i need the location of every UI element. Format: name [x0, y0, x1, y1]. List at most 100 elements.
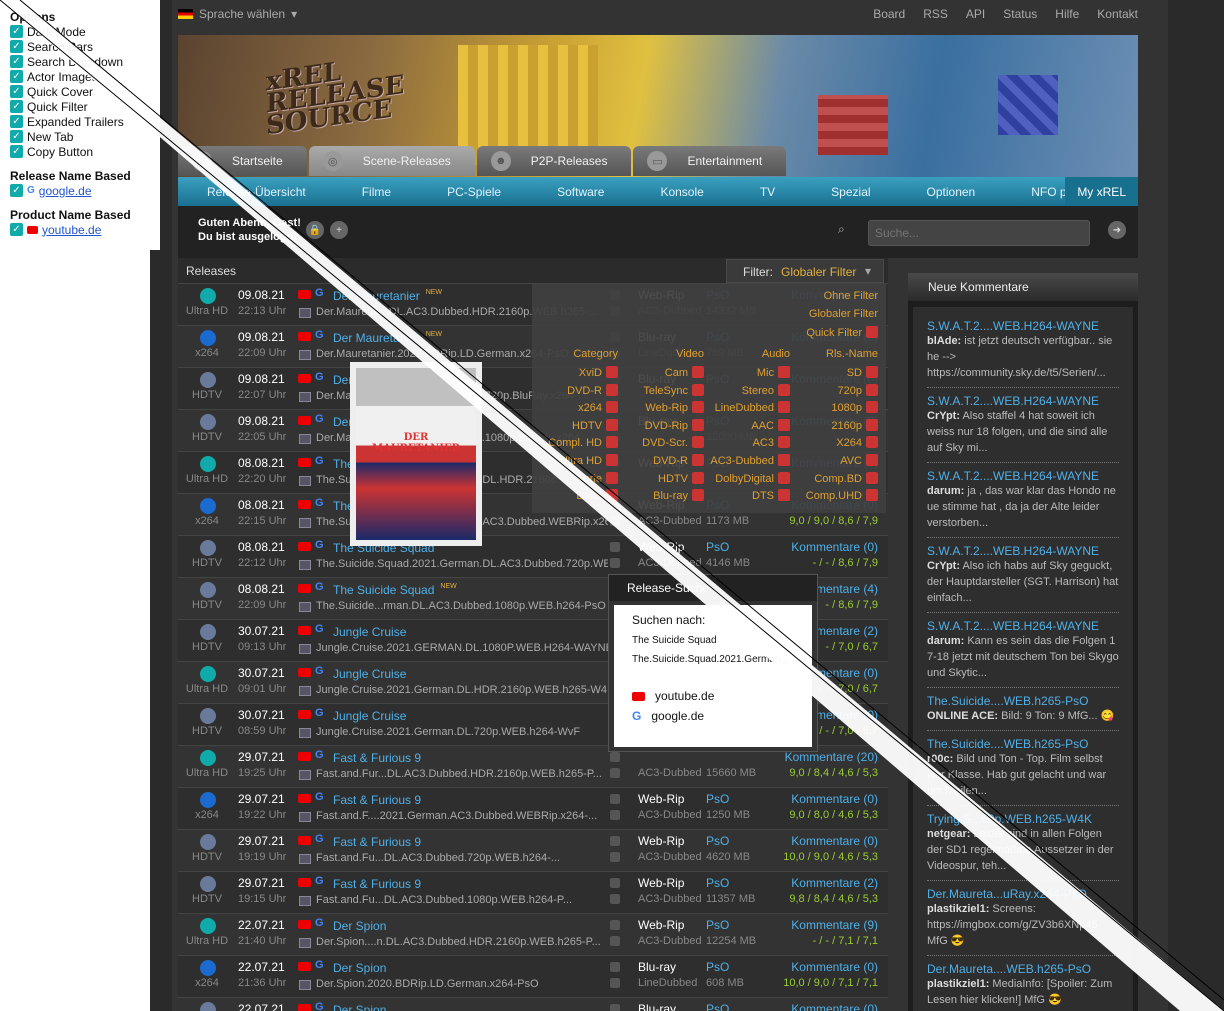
- product-link[interactable]: Fast & Furious 9: [333, 751, 427, 765]
- nfo-icon[interactable]: [610, 936, 620, 946]
- option-item[interactable]: ✓ New Tab: [10, 129, 150, 144]
- nfo-icon[interactable]: [610, 768, 620, 778]
- nfo-icon[interactable]: [610, 810, 620, 820]
- search-release-name[interactable]: The.Suicide.Squad.2021.German...: [632, 654, 794, 665]
- google-icon[interactable]: G: [315, 707, 324, 719]
- comments-link[interactable]: Kommentare (20): [785, 750, 878, 764]
- comment-user[interactable]: plastikziel1:: [927, 903, 989, 915]
- comment-user[interactable]: darum:: [927, 635, 964, 647]
- filter-checkbox[interactable]: Stereo: [742, 383, 790, 397]
- filter-checkbox[interactable]: Ultra HD: [560, 454, 618, 467]
- comment-user[interactable]: plastikziel1:: [927, 978, 989, 990]
- group-link[interactable]: PsO: [706, 918, 729, 932]
- link-status[interactable]: Status: [1003, 7, 1037, 21]
- link-kontakt[interactable]: Kontakt: [1097, 7, 1138, 21]
- comments-link[interactable]: Kommentare (0): [791, 792, 878, 806]
- my-xrel-button[interactable]: My xREL: [1065, 177, 1138, 206]
- filter-checkbox[interactable]: Comp.UHD: [806, 489, 878, 502]
- release-name[interactable]: Jungle.Cruise.2021.German.DL.720p.WEB.h2…: [316, 726, 608, 738]
- product-link[interactable]: Der Spion: [333, 919, 392, 933]
- comment-release-link[interactable]: S.W.A.T.2....WEB.H264-WAYNE: [927, 544, 1119, 558]
- search-youtube-link[interactable]: youtube.de: [632, 689, 794, 703]
- youtube-icon[interactable]: [298, 752, 311, 761]
- filter-checkbox[interactable]: TeleSync: [643, 383, 704, 397]
- option-item[interactable]: ✓ Dark Mode: [10, 24, 150, 39]
- search-product-name[interactable]: The Suicide Squad: [632, 635, 794, 646]
- release-name[interactable]: Fast.and.Fu...DL.AC3.Dubbed.1080p.WEB.h2…: [316, 894, 608, 906]
- comment-release-link[interactable]: S.W.A.T.2....WEB.H264-WAYNE: [927, 469, 1119, 483]
- comment-release-link[interactable]: S.W.A.T.2....WEB.H264-WAYNE: [927, 319, 1119, 333]
- release-name[interactable]: Der.Spion.2020.BDRip.LD.German.x264-PsO: [316, 978, 608, 990]
- filter-checkbox[interactable]: DVD-R: [653, 454, 704, 467]
- group-link[interactable]: PsO: [706, 876, 729, 890]
- filter-checkbox[interactable]: DVD-R: [567, 383, 618, 397]
- comment-release-link[interactable]: The.Suicide....WEB.h265-PsO: [927, 737, 1119, 751]
- comment-release-link[interactable]: S.W.A.T.2....WEB.H264-WAYNE: [927, 619, 1119, 633]
- nfo-icon[interactable]: [610, 558, 620, 568]
- filter-checkbox[interactable]: DVD-Rip: [645, 418, 704, 432]
- google-link[interactable]: google.de: [39, 184, 92, 198]
- filter-checkbox[interactable]: Mic: [757, 366, 790, 379]
- comments-link[interactable]: Kommentare (2): [791, 876, 878, 890]
- release-name[interactable]: Jungle.Cruise.2021.German.DL.HDR.2160p.W…: [316, 684, 608, 696]
- filter-dropdown[interactable]: Filter: Globaler Filter ▾: [726, 259, 884, 283]
- google-icon[interactable]: G: [315, 791, 324, 803]
- subnav-optionen[interactable]: Optionen: [898, 185, 1003, 199]
- link-board[interactable]: Board: [873, 7, 905, 21]
- google-icon[interactable]: G: [315, 623, 324, 635]
- subnav-spezial[interactable]: Spezial: [802, 185, 897, 199]
- group-link[interactable]: PsO: [706, 960, 729, 974]
- release-name[interactable]: The.Suicide...rman.DL.AC3.Dubbed.1080p.W…: [316, 600, 608, 612]
- product-link[interactable]: Fast & Furious 9: [333, 877, 427, 891]
- group-link[interactable]: PsO: [706, 834, 729, 848]
- filter-checkbox[interactable]: DVD-Scr.: [642, 436, 704, 449]
- filter-checkbox[interactable]: DolbyDigital: [715, 471, 790, 485]
- release-name[interactable]: Der.Spion....n.DL.AC3.Dubbed.HDR.2160p.W…: [316, 936, 608, 948]
- product-link[interactable]: The Suicide Squad NEW: [333, 583, 457, 597]
- info-icon[interactable]: [610, 1004, 620, 1011]
- youtube-link[interactable]: youtube.de: [42, 223, 101, 237]
- subnav-software[interactable]: Software: [528, 185, 631, 199]
- language-selector[interactable]: Sprache wählen ▾: [178, 7, 297, 21]
- filter-checkbox[interactable]: Comp.BD: [814, 471, 878, 485]
- group-link[interactable]: PsO: [706, 792, 729, 806]
- option-item[interactable]: ✓ Search Dropdown: [10, 54, 150, 69]
- nfo-icon[interactable]: [610, 894, 620, 904]
- group-link[interactable]: PsO: [706, 540, 729, 554]
- info-icon[interactable]: [610, 752, 620, 762]
- comment-user[interactable]: netgear:: [927, 828, 970, 840]
- youtube-icon[interactable]: [298, 710, 311, 719]
- youtube-icon[interactable]: [298, 542, 311, 551]
- youtube-icon[interactable]: [298, 374, 311, 383]
- google-icon[interactable]: G: [315, 1001, 324, 1011]
- option-item[interactable]: ✓ Expanded Trailers: [10, 114, 150, 129]
- tab-scene-releases[interactable]: ◎ Scene-Releases: [308, 146, 475, 176]
- youtube-icon[interactable]: [298, 332, 311, 341]
- filter-checkbox[interactable]: HDTV: [572, 418, 618, 432]
- filter-checkbox[interactable]: AC3: [753, 436, 790, 449]
- google-icon[interactable]: G: [315, 917, 324, 929]
- youtube-icon[interactable]: [298, 920, 311, 929]
- google-icon[interactable]: G: [315, 875, 324, 887]
- google-icon[interactable]: G: [315, 287, 324, 299]
- filter-checkbox[interactable]: AVC: [840, 454, 878, 467]
- filter-option[interactable]: Ohne Filter: [824, 290, 878, 302]
- comment-release-link[interactable]: Der.Maureta...uRay.x264-PsO: [927, 887, 1119, 901]
- info-icon[interactable]: [610, 542, 620, 552]
- search-input[interactable]: [868, 220, 1090, 246]
- comments-link[interactable]: Kommentare (0): [791, 834, 878, 848]
- subnav-release-uebersicht[interactable]: Release-Übersicht: [178, 185, 333, 199]
- subnav-konsole[interactable]: Konsole: [631, 185, 730, 199]
- comment-user[interactable]: CrYpt:: [927, 410, 960, 422]
- comment-release-link[interactable]: Trying.S...60p.WEB.h265-W4K: [927, 812, 1119, 826]
- youtube-icon[interactable]: [298, 416, 311, 425]
- release-name[interactable]: Jungle.Cruise.2021.GERMAN.DL.1080P.WEB.H…: [316, 642, 608, 654]
- info-icon[interactable]: [610, 962, 620, 972]
- google-icon[interactable]: G: [315, 833, 324, 845]
- filter-checkbox[interactable]: 2160p: [831, 418, 878, 432]
- youtube-icon[interactable]: [298, 290, 311, 299]
- option-item[interactable]: ✓ Quick Filter: [10, 99, 150, 114]
- comment-release-link[interactable]: The.Suicide....WEB.h265-PsO: [927, 694, 1119, 708]
- product-link[interactable]: Jungle Cruise: [333, 709, 412, 723]
- youtube-icon[interactable]: [298, 626, 311, 635]
